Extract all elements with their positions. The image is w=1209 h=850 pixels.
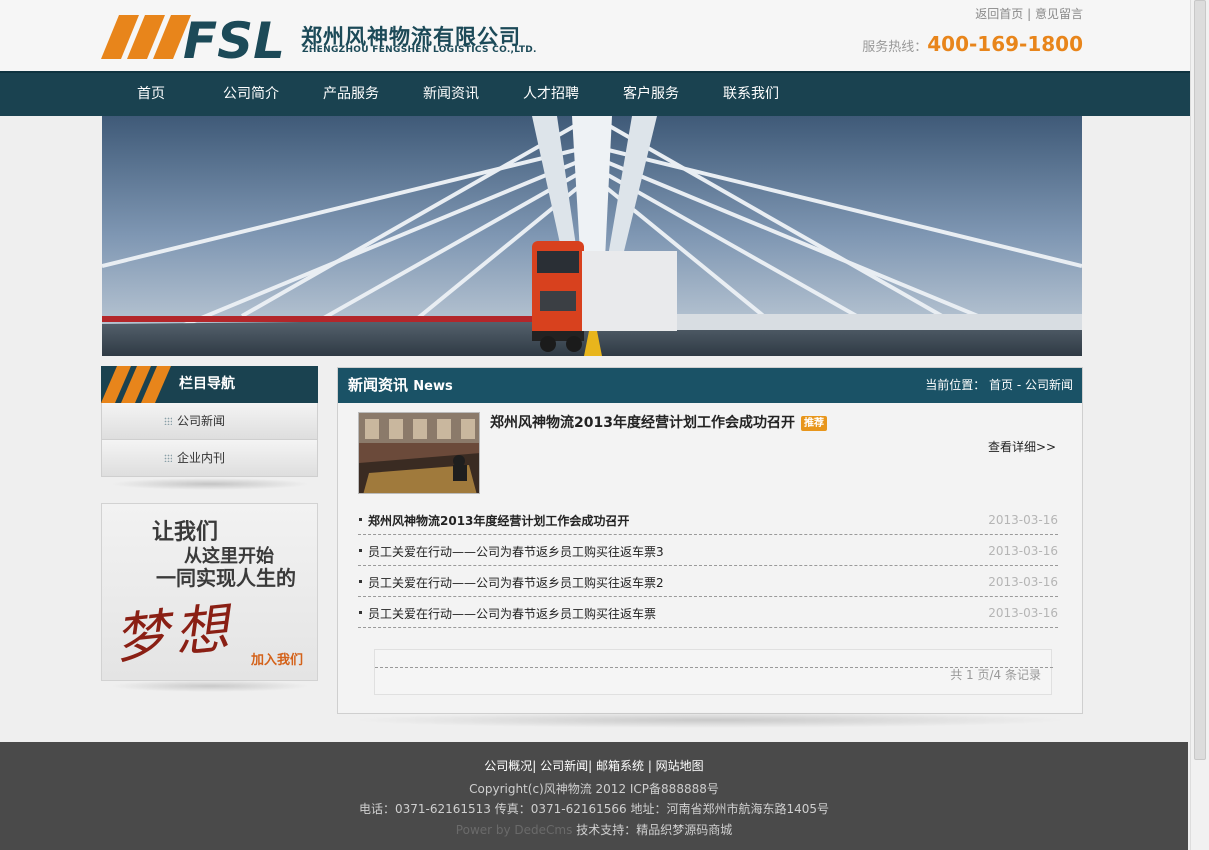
news-title[interactable]: 员工关爱在行动——公司为春节返乡员工购买往返车票2 bbox=[368, 574, 664, 591]
join-us-banner[interactable]: 让我们 从这里开始 一同实现人生的 梦想 加入我们 bbox=[101, 503, 318, 681]
sidebar-stripes-icon bbox=[101, 366, 171, 403]
featured-news-title[interactable]: 郑州风神物流2013年度经营计划工作会成功召开 推荐 bbox=[490, 412, 827, 432]
news-date: 2013-03-16 bbox=[988, 513, 1058, 527]
list-item[interactable]: 员工关爱在行动——公司为春节返乡员工购买往返车票3 2013-03-16 bbox=[358, 535, 1058, 566]
sidebar-item-label: 企业内刊 bbox=[177, 451, 226, 465]
bullet-icon bbox=[359, 518, 362, 521]
bullet-icon bbox=[359, 549, 362, 552]
meeting-photo bbox=[359, 413, 479, 493]
banner-bridge-truck-image bbox=[102, 116, 1082, 356]
list-item[interactable]: 员工关爱在行动——公司为春节返乡员工购买往返车票2 2013-03-16 bbox=[358, 566, 1058, 597]
news-date: 2013-03-16 bbox=[988, 575, 1058, 589]
site-header: FSL 郑州风神物流有限公司 ZHENGZHOU FENGSHEN LOGIST… bbox=[0, 0, 1190, 71]
nav-item-products[interactable]: 产品服务 bbox=[323, 73, 379, 116]
nav-item-news[interactable]: 新闻资讯 bbox=[423, 73, 479, 116]
sidebar-header: 栏目导航 bbox=[101, 366, 318, 403]
bullet-icon bbox=[359, 611, 362, 614]
bullet-icon bbox=[164, 417, 172, 425]
section-title-en: News bbox=[413, 379, 453, 394]
pagination-info: 共 1 页/4 条记录 bbox=[950, 668, 1041, 682]
nav-item-contact[interactable]: 联系我们 bbox=[723, 73, 779, 116]
news-list: 郑州风神物流2013年度经营计划工作会成功召开 2013-03-16 员工关爱在… bbox=[358, 504, 1058, 628]
news-panel-header: 新闻资讯 News 当前位置： 首页 - 公司新闻 bbox=[338, 368, 1082, 403]
featured-news-thumbnail[interactable] bbox=[358, 412, 480, 494]
nav-item-careers[interactable]: 人才招聘 bbox=[523, 73, 579, 116]
footer-contact: 电话：0371-62161513 传真：0371-62161566 地址：河南省… bbox=[358, 802, 830, 816]
featured-news-title-text: 郑州风神物流2013年度经营计划工作会成功召开 bbox=[490, 415, 795, 431]
home-link[interactable]: 返回首页 bbox=[975, 7, 1023, 21]
service-hotline: 服务热线：400-169-1800 bbox=[862, 32, 1083, 56]
breadcrumb[interactable]: 当前位置： 首页 - 公司新闻 bbox=[925, 368, 1073, 403]
powered-by-link[interactable]: Power by DedeCms bbox=[456, 823, 573, 837]
nav-item-about[interactable]: 公司简介 bbox=[223, 73, 279, 116]
svg-text:FSL: FSL bbox=[183, 12, 285, 62]
tech-support-text: 技术支持：精品织梦源码商城 bbox=[572, 823, 733, 837]
sidebar-shadow bbox=[110, 478, 310, 490]
company-logo[interactable]: FSL 郑州风神物流有限公司 ZHENGZHOU FENGSHEN LOGIST… bbox=[101, 12, 551, 62]
page: FSL 郑州风神物流有限公司 ZHENGZHOU FENGSHEN LOGIST… bbox=[0, 0, 1190, 850]
scrollbar-thumb[interactable] bbox=[1194, 0, 1206, 760]
footer-links[interactable]: 公司概况| 公司新闻| 邮箱系统 | 网站地图 bbox=[0, 757, 1188, 774]
link-separator: | bbox=[1027, 7, 1032, 21]
vertical-scrollbar[interactable] bbox=[1190, 0, 1209, 850]
site-footer: 公司概况| 公司新闻| 邮箱系统 | 网站地图 Copyright(c)风神物流… bbox=[0, 742, 1188, 850]
section-title-cn: 新闻资讯 bbox=[348, 376, 409, 394]
view-detail-link[interactable]: 查看详细>> bbox=[988, 438, 1056, 455]
news-date: 2013-03-16 bbox=[988, 544, 1058, 558]
join-dream-calligraphy: 梦想 bbox=[111, 595, 238, 672]
sidebar-title: 栏目导航 bbox=[179, 376, 235, 392]
bullet-icon bbox=[164, 454, 172, 462]
main-nav: 首页 公司简介 产品服务 新闻资讯 人才招聘 客户服务 联系我们 bbox=[0, 71, 1190, 116]
nav-item-customer-service[interactable]: 客户服务 bbox=[623, 73, 679, 116]
sidebar-item-internal-journal[interactable]: 企业内刊 bbox=[101, 440, 318, 477]
hotline-label: 服务热线： bbox=[862, 40, 928, 55]
join-banner-shadow bbox=[110, 680, 310, 692]
logo-company-name-en: ZHENGZHOU FENGSHEN LOGISTICS CO.,LTD. bbox=[302, 45, 537, 55]
hotline-number: 400-169-1800 bbox=[927, 32, 1083, 56]
section-title: 新闻资讯 News bbox=[348, 368, 453, 404]
news-panel: 新闻资讯 News 当前位置： 首页 - 公司新闻 郑州风神物流2013年度经营… bbox=[337, 367, 1083, 714]
list-item[interactable]: 郑州风神物流2013年度经营计划工作会成功召开 2013-03-16 bbox=[358, 504, 1058, 535]
pagination: 共 1 页/4 条记录 bbox=[374, 649, 1053, 695]
hero-banner bbox=[102, 116, 1082, 356]
join-us-link[interactable]: 加入我们 bbox=[251, 649, 303, 668]
news-title[interactable]: 员工关爱在行动——公司为春节返乡员工购买往返车票3 bbox=[368, 543, 664, 560]
recommended-badge: 推荐 bbox=[800, 416, 827, 431]
nav-item-home[interactable]: 首页 bbox=[137, 73, 165, 116]
sidebar-item-label: 公司新闻 bbox=[177, 414, 226, 428]
footer-copyright: Copyright(c)风神物流 2012 ICP备888888号 bbox=[469, 782, 719, 796]
footer-power: Power by DedeCms 技术支持：精品织梦源码商城 bbox=[0, 821, 1188, 838]
news-panel-shadow bbox=[350, 712, 1070, 728]
bullet-icon bbox=[359, 580, 362, 583]
news-title[interactable]: 员工关爱在行动——公司为春节返乡员工购买往返车票 bbox=[368, 605, 656, 622]
sidebar-item-company-news[interactable]: 公司新闻 bbox=[101, 403, 318, 440]
top-links: 返回首页 | 意见留言 bbox=[975, 5, 1083, 22]
news-title[interactable]: 郑州风神物流2013年度经营计划工作会成功召开 bbox=[368, 512, 629, 529]
list-item[interactable]: 员工关爱在行动——公司为春节返乡员工购买往返车票 2013-03-16 bbox=[358, 597, 1058, 628]
feedback-link[interactable]: 意见留言 bbox=[1035, 7, 1083, 21]
fsl-logo-mark: FSL bbox=[101, 12, 285, 62]
news-date: 2013-03-16 bbox=[988, 606, 1058, 620]
